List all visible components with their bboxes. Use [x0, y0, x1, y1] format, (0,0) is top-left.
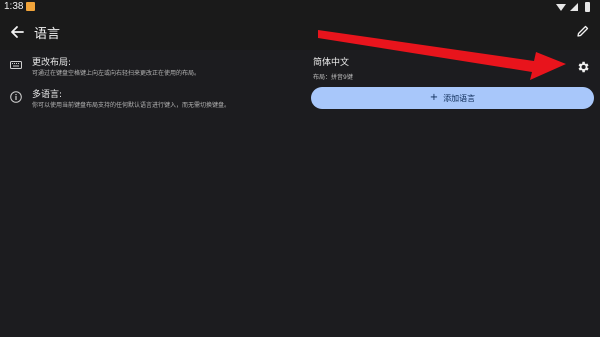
- edit-pencil-icon[interactable]: [576, 24, 590, 38]
- toolbar: 语言: [0, 14, 600, 50]
- page-title: 语言: [34, 27, 61, 42]
- keyboard-icon: [10, 61, 22, 69]
- status-time: 1:38: [4, 1, 24, 12]
- signal-icon: [570, 3, 578, 11]
- row-title: 更改布局:: [32, 58, 72, 68]
- language-name[interactable]: 简体中文: [313, 55, 349, 68]
- info-row-change-layout: 更改布局: 可通过在键盘空格键上向左或向右轻扫来更改正在使用的布局。: [0, 55, 300, 83]
- status-bar: 1:38: [0, 0, 600, 14]
- back-arrow-icon[interactable]: [8, 23, 26, 41]
- info-icon: [10, 91, 22, 103]
- add-language-button[interactable]: + 添加语言: [311, 87, 594, 109]
- row-subtitle: 可通过在键盘空格键上向左或向右轻扫来更改正在使用的布局。: [32, 70, 201, 77]
- info-row-multilanguage: 多语言: 你可以使用当前键盘布局支持的任何默认语言进行键入，而无需切换键盘。: [0, 87, 300, 115]
- wifi-icon: [556, 4, 566, 11]
- gear-icon[interactable]: [576, 60, 590, 74]
- status-icons: [556, 2, 590, 12]
- plus-icon: +: [429, 92, 439, 103]
- battery-icon: [585, 2, 590, 12]
- add-language-label: 添加语言: [443, 93, 476, 103]
- row-title: 多语言:: [32, 90, 63, 100]
- language-layout: 布局：拼音9键: [313, 74, 353, 81]
- notification-icon: [26, 2, 35, 11]
- row-subtitle: 你可以使用当前键盘布局支持的任何默认语言进行键入，而无需切换键盘。: [32, 102, 231, 109]
